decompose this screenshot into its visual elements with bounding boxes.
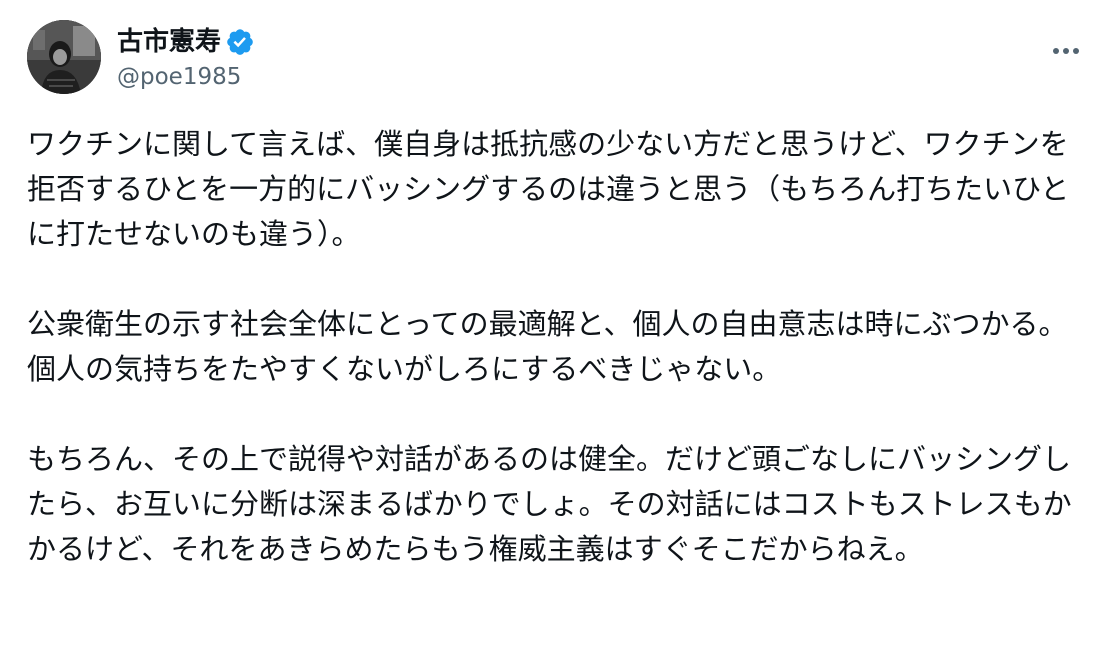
- verified-badge-icon[interactable]: [225, 27, 255, 57]
- tweet-paragraph: もちろん、その上で説得や対話があるのは健全。だけど頭ごなしにバッシングしたら、お…: [27, 442, 1072, 566]
- tweet-card: 古市憲寿 @poe1985 ワクチンに関して言えば、僕自身は抵抗感の少ない方だと…: [0, 0, 1115, 648]
- tweet-text: ワクチンに関して言えば、僕自身は抵抗感の少ない方だと思うけど、ワクチンを拒否する…: [27, 122, 1092, 617]
- display-name[interactable]: 古市憲寿: [117, 24, 221, 60]
- tweet-header: 古市憲寿 @poe1985: [27, 20, 1095, 96]
- author-info: 古市憲寿 @poe1985: [117, 24, 255, 93]
- more-options-icon[interactable]: [1049, 36, 1083, 66]
- tweet-paragraph: ワクチンに関して言えば、僕自身は抵抗感の少ない方だと思うけど、ワクチンを拒否する…: [27, 127, 1070, 251]
- avatar[interactable]: [27, 20, 101, 94]
- handle[interactable]: @poe1985: [117, 61, 255, 93]
- avatar-photo: [27, 20, 101, 94]
- tweet-paragraph: 公衆衛生の示す社会全体にとっての最適解と、個人の自由意志は時にぶつかる。個人の気…: [27, 307, 1068, 386]
- name-row: 古市憲寿: [117, 24, 255, 60]
